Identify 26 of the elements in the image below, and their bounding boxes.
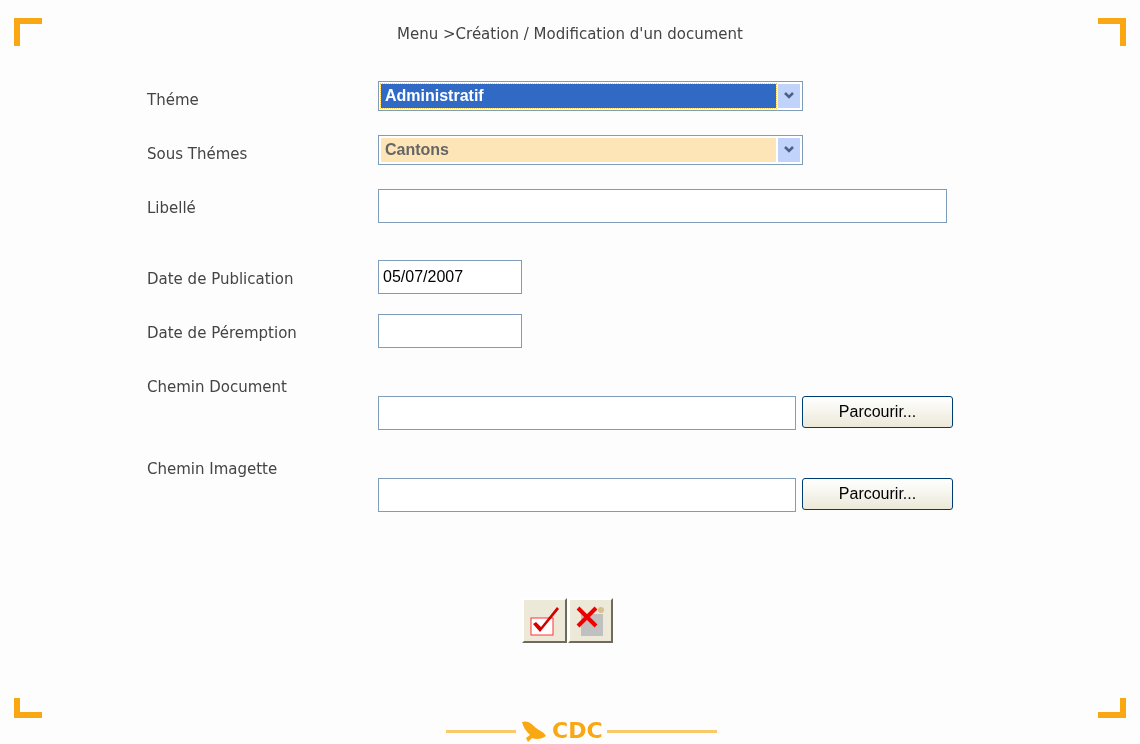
frame-corner [14,698,42,718]
chevron-icon [783,92,795,100]
field-label: Date de Péremption [147,323,298,342]
field-label: Sous Thémes [147,144,249,163]
file-path-field[interactable] [378,478,796,512]
file-path-field[interactable] [378,396,796,430]
dropdown[interactable]: Cantons [378,135,803,165]
input-field[interactable]: 05/07/2007 [378,260,522,294]
browse-button[interactable]: Parcourir... [802,396,953,428]
validate-button[interactable] [522,598,567,643]
input-field[interactable] [378,314,522,348]
dropdown[interactable]: Administratif [378,81,803,111]
frame-corner [1098,18,1126,46]
browse-button[interactable]: Parcourir... [802,478,953,510]
frame-corner [1098,698,1126,718]
chevron-icon [783,146,795,154]
field-label: Théme [147,90,200,109]
input-field[interactable] [378,189,947,223]
frame-corner [14,18,42,46]
field-label: Date de Publication [147,269,295,288]
field-label: Chemin Document [147,377,288,396]
logo-text: CDC [552,718,603,744]
breadcrumb: Menu >Création / Modification d'un document [397,25,743,43]
cancel-button[interactable] [568,598,613,643]
field-label: Chemin Imagette [147,459,279,478]
field-label: Libellé [147,198,197,217]
